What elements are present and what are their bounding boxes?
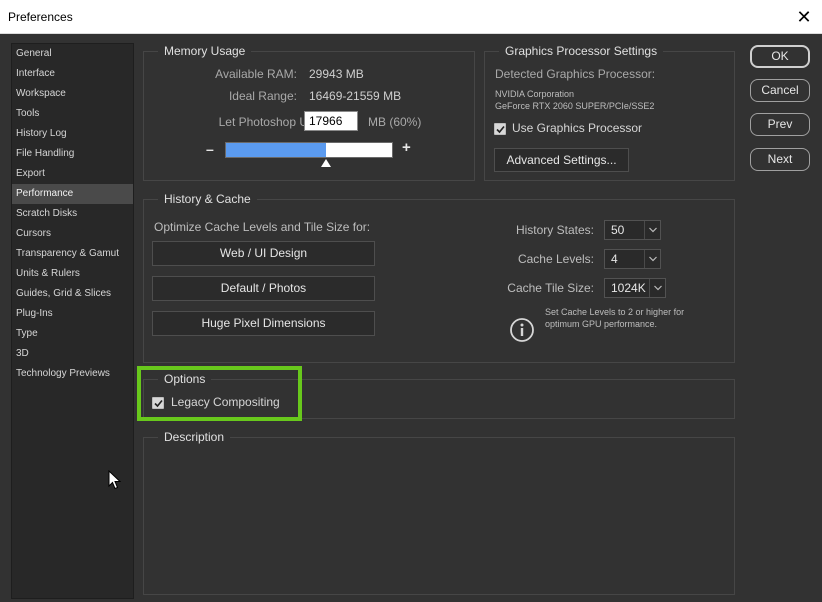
sidebar-item-cursors[interactable]: Cursors xyxy=(12,224,133,244)
info-icon xyxy=(510,318,534,342)
available-ram-label: Available RAM: xyxy=(215,67,297,81)
checkmark-icon xyxy=(496,125,505,134)
sidebar-item-transparency-and-gamut[interactable]: Transparency & Gamut xyxy=(12,244,133,264)
history-states-label: History States: xyxy=(515,223,594,237)
memory-usage-legend: Memory Usage xyxy=(158,43,252,59)
memory-usage-input[interactable]: 17966 xyxy=(304,111,358,131)
sidebar-item-3d[interactable]: 3D xyxy=(12,344,133,364)
memory-slider-thumb[interactable] xyxy=(321,159,331,167)
cache-tile-size-label: Cache Tile Size: xyxy=(507,281,594,295)
sidebar-item-workspace[interactable]: Workspace xyxy=(12,84,133,104)
description-group: Description xyxy=(143,429,735,595)
cache-tile-size-select[interactable]: 1024K xyxy=(604,278,666,298)
ideal-range-value: 16469-21559 MB xyxy=(309,89,402,103)
memory-slider-fill xyxy=(226,143,326,157)
advanced-settings-button[interactable]: Advanced Settings... xyxy=(494,148,629,172)
sidebar-item-general[interactable]: General xyxy=(12,44,133,64)
sidebar-item-technology-previews[interactable]: Technology Previews xyxy=(12,364,133,384)
history-cache-legend: History & Cache xyxy=(158,191,257,207)
cache-info-line1: Set Cache Levels to 2 or higher for xyxy=(545,307,685,317)
sidebar-item-tools[interactable]: Tools xyxy=(12,104,133,124)
graphics-processor-group: Graphics Processor Settings Detected Gra… xyxy=(484,43,735,181)
close-icon[interactable]: ✕ xyxy=(792,6,816,28)
history-states-value: 50 xyxy=(611,223,625,237)
sidebar-item-file-handling[interactable]: File Handling xyxy=(12,144,133,164)
sidebar-item-history-log[interactable]: History Log xyxy=(12,124,133,144)
cache-levels-label: Cache Levels: xyxy=(517,252,594,266)
sidebar-item-plug-ins[interactable]: Plug-Ins xyxy=(12,304,133,324)
window-title: Preferences xyxy=(8,10,73,24)
memory-usage-group: Memory Usage Available RAM: 29943 MB Ide… xyxy=(143,43,475,181)
options-highlight-box xyxy=(137,366,302,421)
memory-increase-button[interactable]: + xyxy=(402,139,411,156)
dialog-body: General Interface Workspace Tools History Lo… xyxy=(0,34,822,602)
chevron-down-icon xyxy=(644,250,660,268)
preferences-sidebar: General Interface Workspace Tools History Lo… xyxy=(11,43,134,599)
sidebar-item-units-and-rulers[interactable]: Units & Rulers xyxy=(12,264,133,284)
next-button[interactable]: Next xyxy=(750,148,810,171)
sidebar-item-scratch-disks[interactable]: Scratch Disks xyxy=(12,204,133,224)
cache-levels-value: 4 xyxy=(611,252,618,266)
use-gpu-checkbox[interactable] xyxy=(494,123,506,135)
sidebar-item-performance[interactable]: Performance xyxy=(12,184,133,204)
cache-levels-select[interactable]: 4 xyxy=(604,249,661,269)
prev-button[interactable]: Prev xyxy=(750,113,810,136)
default-photos-button[interactable]: Default / Photos xyxy=(152,276,375,301)
gpu-vendor: NVIDIA Corporation xyxy=(495,89,575,99)
chevron-down-icon xyxy=(649,279,665,297)
gpu-model: GeForce RTX 2060 SUPER/PCIe/SSE2 xyxy=(495,101,655,111)
detected-gpu-label: Detected Graphics Processor: xyxy=(495,67,656,81)
cache-info-line2: optimum GPU performance. xyxy=(545,319,658,329)
memory-slider[interactable] xyxy=(225,142,393,158)
sidebar-item-type[interactable]: Type xyxy=(12,324,133,344)
available-ram-value: 29943 MB xyxy=(309,67,364,81)
history-states-select[interactable]: 50 xyxy=(604,220,661,240)
history-cache-group: History & Cache Optimize Cache Levels an… xyxy=(143,191,735,363)
optimize-cache-label: Optimize Cache Levels and Tile Size for: xyxy=(154,220,371,234)
sidebar-item-interface[interactable]: Interface xyxy=(12,64,133,84)
description-legend: Description xyxy=(158,429,231,445)
memory-unit-label: MB (60%) xyxy=(368,115,422,129)
chevron-down-icon xyxy=(644,221,660,239)
title-bar: Preferences ✕ xyxy=(0,0,822,34)
web-ui-design-button[interactable]: Web / UI Design xyxy=(152,241,375,266)
sidebar-item-export[interactable]: Export xyxy=(12,164,133,184)
use-gpu-label: Use Graphics Processor xyxy=(512,121,643,135)
huge-pixel-dimensions-button[interactable]: Huge Pixel Dimensions xyxy=(152,311,375,336)
graphics-processor-legend: Graphics Processor Settings xyxy=(499,43,664,59)
sidebar-item-guides-grid-and-slices[interactable]: Guides, Grid & Slices xyxy=(12,284,133,304)
memory-decrease-button[interactable]: – xyxy=(206,141,214,157)
ok-button[interactable]: OK xyxy=(750,45,810,68)
cancel-button[interactable]: Cancel xyxy=(750,79,810,102)
cache-tile-size-value: 1024K xyxy=(611,281,646,295)
mouse-cursor-icon xyxy=(108,470,122,490)
ideal-range-label: Ideal Range: xyxy=(228,89,297,103)
